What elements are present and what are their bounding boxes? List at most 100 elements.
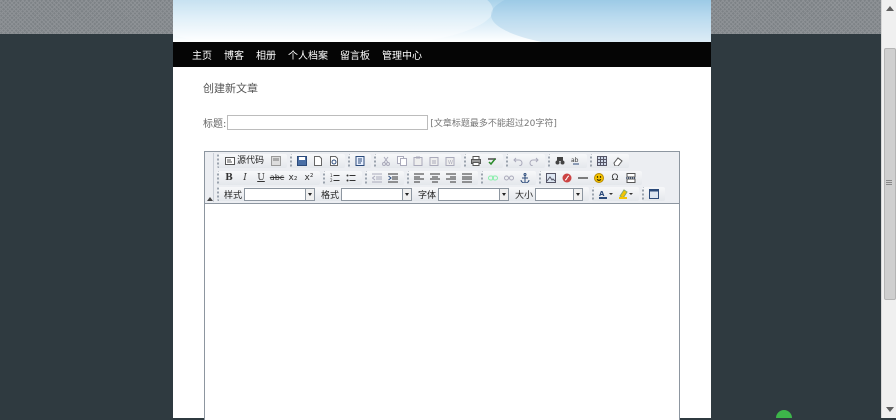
- templates-icon: [355, 156, 365, 166]
- underline-button[interactable]: U: [254, 171, 268, 185]
- horizontal-rule-button[interactable]: [576, 171, 590, 185]
- cut-button[interactable]: [379, 154, 393, 168]
- align-left-icon: [414, 173, 424, 183]
- align-center-button[interactable]: [428, 171, 442, 185]
- size-select[interactable]: [535, 187, 584, 201]
- font-select[interactable]: [438, 187, 510, 201]
- nav-item-album[interactable]: 相册: [256, 47, 276, 62]
- print-icon: [471, 156, 482, 166]
- nav-item-guestbook[interactable]: 留言板: [340, 47, 370, 62]
- title-label: 标题:: [203, 119, 227, 130]
- anchor-icon: [520, 173, 530, 183]
- binoculars-icon: [555, 157, 565, 165]
- style-select[interactable]: [244, 187, 316, 201]
- background-color-button[interactable]: [617, 187, 635, 201]
- nav-item-home[interactable]: 主页: [192, 47, 212, 62]
- maximize-icon: [649, 189, 660, 199]
- paste-text-button[interactable]: [427, 154, 441, 168]
- bulleted-list-button[interactable]: [344, 171, 358, 185]
- align-right-button[interactable]: [444, 171, 458, 185]
- select-all-button[interactable]: [595, 154, 609, 168]
- justify-icon: [462, 173, 472, 183]
- page-break-icon: [626, 173, 636, 183]
- scroll-up-icon[interactable]: [886, 6, 894, 11]
- scroll-down-icon[interactable]: [886, 407, 894, 412]
- page-scrollbar[interactable]: [881, 0, 896, 418]
- numbered-list-button[interactable]: 12: [328, 171, 342, 185]
- numbered-list-icon: 12: [330, 173, 340, 183]
- new-page-icon: [314, 156, 323, 166]
- replace-button[interactable]: ab: [569, 154, 583, 168]
- source-label: 源代码: [237, 155, 265, 166]
- toolbar-collapse-button[interactable]: [206, 153, 214, 202]
- page-container: 主页 博客 相册 个人档案 留言板 管理中心 创建新文章 标题: [文章标题最多…: [173, 0, 711, 420]
- paste-text-icon: [429, 157, 439, 166]
- smiley-button[interactable]: [592, 171, 606, 185]
- superscript-button[interactable]: x²: [302, 171, 316, 185]
- image-icon: [546, 173, 556, 183]
- save-icon: [297, 156, 308, 166]
- link-icon: [488, 175, 498, 181]
- nav-item-blog[interactable]: 博客: [224, 47, 244, 62]
- unlink-button[interactable]: [502, 171, 516, 185]
- replace-icon: ab: [571, 157, 580, 165]
- format-label: 格式: [321, 190, 340, 201]
- svg-text:A: A: [599, 190, 605, 198]
- save-button[interactable]: [295, 154, 309, 168]
- paste-word-icon: W: [445, 157, 455, 166]
- align-center-icon: [430, 173, 440, 183]
- templates-button[interactable]: [353, 154, 367, 168]
- toolbar-group-links: [481, 171, 536, 185]
- title-input[interactable]: [227, 115, 429, 130]
- copy-icon: [397, 156, 408, 166]
- image-button[interactable]: [544, 171, 558, 185]
- new-page-button[interactable]: [311, 154, 325, 168]
- highlight-color-icon: [619, 189, 634, 199]
- toolbar-group-print: [464, 154, 504, 168]
- indent-button[interactable]: [386, 171, 400, 185]
- flash-button[interactable]: [560, 171, 574, 185]
- page-break-button[interactable]: [624, 171, 638, 185]
- maximize-button[interactable]: [647, 187, 661, 201]
- toolbar-row-2: B I U abc x₂ x² 12 Ω: [217, 170, 645, 186]
- undo-button[interactable]: [511, 154, 525, 168]
- preview-icon: [330, 156, 339, 166]
- align-left-button[interactable]: [412, 171, 426, 185]
- toolbar-group-clipboard: W: [374, 154, 462, 168]
- find-button[interactable]: [553, 154, 567, 168]
- remove-format-button[interactable]: [611, 154, 625, 168]
- toolbar-group-lists: 12: [323, 171, 362, 185]
- justify-button[interactable]: [460, 171, 474, 185]
- paste-word-button[interactable]: W: [443, 154, 457, 168]
- bold-button[interactable]: B: [222, 171, 236, 185]
- editor-content-area[interactable]: [205, 203, 679, 420]
- anchor-button[interactable]: [518, 171, 532, 185]
- outdent-button[interactable]: [370, 171, 384, 185]
- copy-button[interactable]: [395, 154, 409, 168]
- link-button[interactable]: [486, 171, 500, 185]
- scroll-thumb[interactable]: [884, 48, 896, 300]
- style-label: 样式: [224, 190, 243, 201]
- subscript-button[interactable]: x₂: [286, 171, 300, 185]
- template-icon: [271, 156, 282, 166]
- paste-button[interactable]: [411, 154, 425, 168]
- special-char-button[interactable]: Ω: [608, 171, 622, 185]
- redo-button[interactable]: [527, 154, 541, 168]
- format-select[interactable]: [341, 187, 413, 201]
- toolbar-group-find: ab: [548, 154, 588, 168]
- preview-button[interactable]: [327, 154, 341, 168]
- scroll-grip-icon: [886, 180, 892, 186]
- strike-button[interactable]: abc: [270, 171, 284, 185]
- svg-text:ab: ab: [571, 157, 579, 164]
- nav-item-profile[interactable]: 个人档案: [288, 47, 328, 62]
- preview-doc-button[interactable]: [269, 154, 283, 168]
- nav-item-admin[interactable]: 管理中心: [382, 47, 422, 62]
- spellcheck-icon: [488, 158, 497, 166]
- italic-button[interactable]: I: [238, 171, 252, 185]
- toolbar-row-3: 样式 格式 字体 大小 A: [217, 186, 668, 202]
- source-button[interactable]: 源代码: [222, 154, 267, 168]
- text-color-button[interactable]: A: [597, 187, 615, 201]
- print-button[interactable]: [469, 154, 483, 168]
- font-label: 字体: [418, 190, 437, 201]
- spellcheck-button[interactable]: [485, 154, 499, 168]
